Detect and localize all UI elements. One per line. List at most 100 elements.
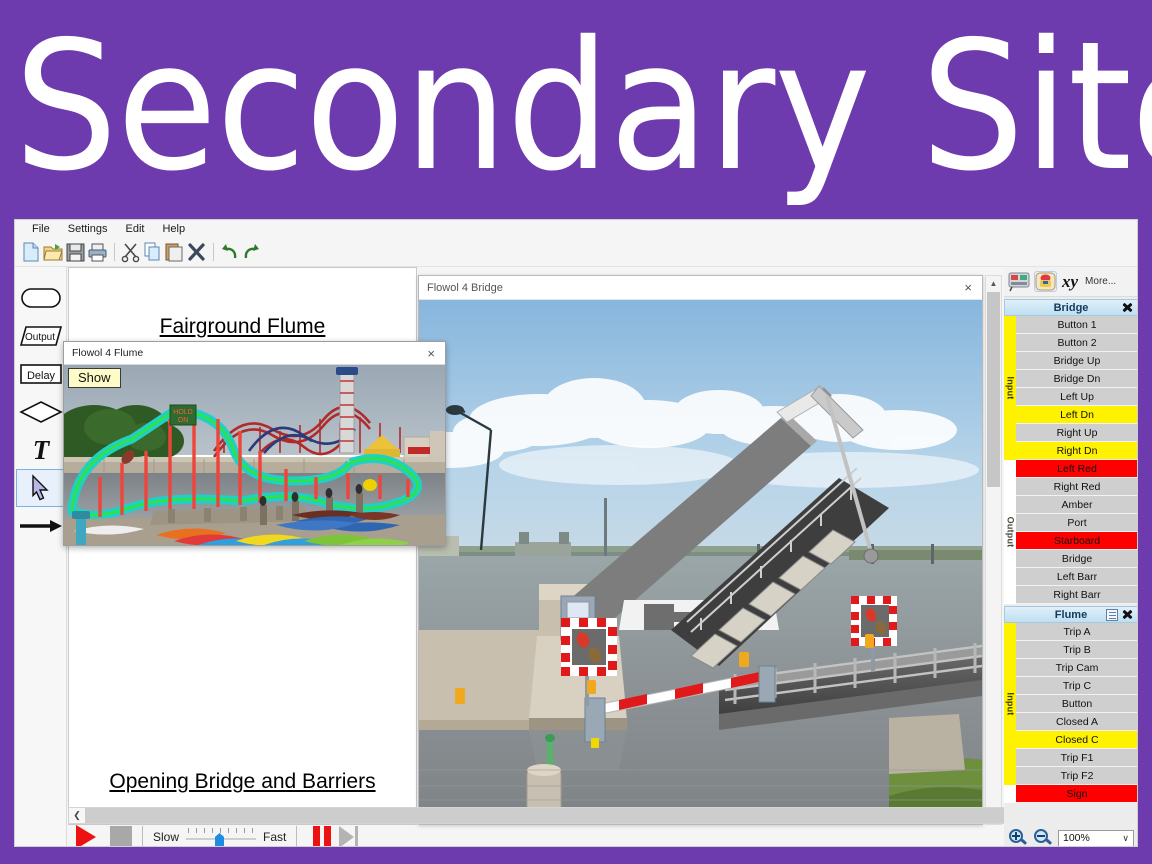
flume-scene[interactable]: HOLD ON [64,365,445,545]
io-group-flume-header[interactable]: Flume [1004,606,1137,623]
output-shape-tool[interactable]: Output [15,317,67,355]
tool-palette: Output Delay T [15,267,67,846]
variables-icon[interactable] [1034,271,1057,292]
io-row[interactable]: Amber [1016,496,1137,514]
menu-item-edit[interactable]: Edit [116,222,153,236]
text-tool[interactable]: T [15,431,67,469]
speed-slider-ticks [188,828,255,833]
flume-mimic-window[interactable]: Flowol 4 Flume × Show HOLD ON [63,341,446,546]
io-bridge-input-section: Input Button 1 Button 2 Bridge Up Bridge… [1004,316,1137,460]
io-band-input: Input [1004,623,1016,785]
hscroll-track[interactable] [85,808,1016,823]
show-button[interactable]: Show [68,368,121,388]
io-row[interactable]: Left Dn [1016,406,1137,424]
play-button[interactable] [76,825,96,846]
zoom-out-icon[interactable] [1033,828,1054,847]
step-button[interactable] [339,826,359,846]
decision-shape-tool[interactable] [15,393,67,431]
io-row[interactable]: Button 2 [1016,334,1137,352]
io-row[interactable]: Bridge Up [1016,352,1137,370]
chevron-down-icon[interactable]: ∨ [1122,833,1129,844]
bridge-mimic-window[interactable]: Flowol 4 Bridge × [418,275,983,825]
zoom-in-icon[interactable] [1008,828,1029,847]
delete-x-icon[interactable] [186,241,207,263]
stop-button[interactable] [110,826,132,846]
io-row[interactable]: Trip A [1016,623,1137,641]
io-group-flume-title: Flume [1054,608,1088,621]
io-group-bridge: Bridge Input Button 1 Button 2 Bridge Up… [1004,299,1137,604]
delay-shape-tool[interactable]: Delay [15,355,67,393]
new-file-icon[interactable] [21,241,42,263]
io-row[interactable]: Left Up [1016,388,1137,406]
zoom-bar: 100% ∨ [1004,828,1137,847]
more-button[interactable]: More... [1085,276,1116,287]
cut-scissors-icon[interactable] [120,241,141,263]
menu-bar: File Settings Edit Help [15,220,1137,238]
mimic-vertical-scrollbar[interactable]: ▲ ▼ [985,275,1002,825]
redo-icon[interactable] [241,241,262,263]
bridge-scene-art [419,300,982,824]
close-x-icon[interactable] [1121,608,1134,621]
io-row[interactable]: Port [1016,514,1137,532]
bridge-close-icon[interactable]: × [960,280,976,295]
flowol-app-window: File Settings Edit Help Output Delay T F… [14,219,1138,847]
mimic-board-icon[interactable] [1008,271,1031,292]
scroll-left-arrow-icon[interactable]: ❮ [69,808,85,823]
undo-icon[interactable] [219,241,240,263]
io-row[interactable]: Right Dn [1016,442,1137,460]
canvas-horizontal-scrollbar[interactable]: ❮ [68,807,1017,824]
save-disk-icon[interactable] [65,241,86,263]
io-row[interactable]: Closed C [1016,731,1137,749]
flume-window-titlebar: Flowol 4 Flume × [64,342,445,365]
io-flume-input-rows: Trip A Trip B Trip Cam Trip C Button Clo… [1016,623,1137,785]
transport-controls: Slow Fast [68,825,1017,846]
pointer-tool[interactable] [16,469,66,507]
report-icon[interactable] [1106,608,1118,621]
scroll-up-arrow-icon[interactable]: ▲ [986,276,1001,291]
io-row[interactable]: Starboard [1016,532,1137,550]
io-row[interactable]: Right Red [1016,478,1137,496]
svg-text:ON: ON [178,417,189,424]
zoom-level-select[interactable]: 100% ∨ [1058,829,1134,846]
connector-arrow-tool[interactable] [15,507,67,545]
terminal-shape-tool[interactable] [15,279,67,317]
open-folder-icon[interactable] [43,241,64,263]
io-row[interactable]: Closed A [1016,713,1137,731]
io-row[interactable]: Trip Cam [1016,659,1137,677]
page-title: Secondary Site [14,3,1152,210]
io-row[interactable]: Right Up [1016,424,1137,442]
close-x-icon[interactable] [1121,301,1134,314]
copy-icon[interactable] [142,241,163,263]
speed-slider-thumb[interactable] [215,833,225,846]
io-row[interactable]: Left Red [1016,460,1137,478]
speed-slow-label: Slow [153,830,180,844]
io-row[interactable]: Button [1016,695,1137,713]
flume-close-icon[interactable]: × [423,346,439,361]
scrollbar-thumb[interactable] [987,292,1000,487]
flume-window-title: Flowol 4 Flume [72,347,144,359]
io-row[interactable]: Trip B [1016,641,1137,659]
io-row[interactable]: Bridge [1016,550,1137,568]
io-toolbar: xy More... [1004,267,1137,297]
paste-icon[interactable] [164,241,185,263]
bridge-window-titlebar: Flowol 4 Bridge × [419,276,982,300]
io-row[interactable]: Sign [1016,785,1137,803]
io-row[interactable]: Left Barr [1016,568,1137,586]
zoom-level-value: 100% [1063,832,1090,844]
io-row[interactable]: Trip F1 [1016,749,1137,767]
menu-item-help[interactable]: Help [153,222,194,236]
io-flume-output-section: Sign [1004,785,1137,803]
print-icon[interactable] [87,241,108,263]
io-row[interactable]: Bridge Dn [1016,370,1137,388]
io-row[interactable]: Trip F2 [1016,767,1137,785]
io-row[interactable]: Button 1 [1016,316,1137,334]
io-group-bridge-header[interactable]: Bridge [1004,299,1137,316]
io-row[interactable]: Right Barr [1016,586,1137,604]
pause-button[interactable] [313,826,332,846]
menu-item-file[interactable]: File [23,222,59,236]
xy-graph-icon[interactable]: xy [1062,272,1078,292]
bridge-scene[interactable] [419,300,982,824]
menu-item-settings[interactable]: Settings [59,222,117,236]
io-row[interactable]: Trip C [1016,677,1137,695]
speed-slider[interactable] [186,828,257,846]
